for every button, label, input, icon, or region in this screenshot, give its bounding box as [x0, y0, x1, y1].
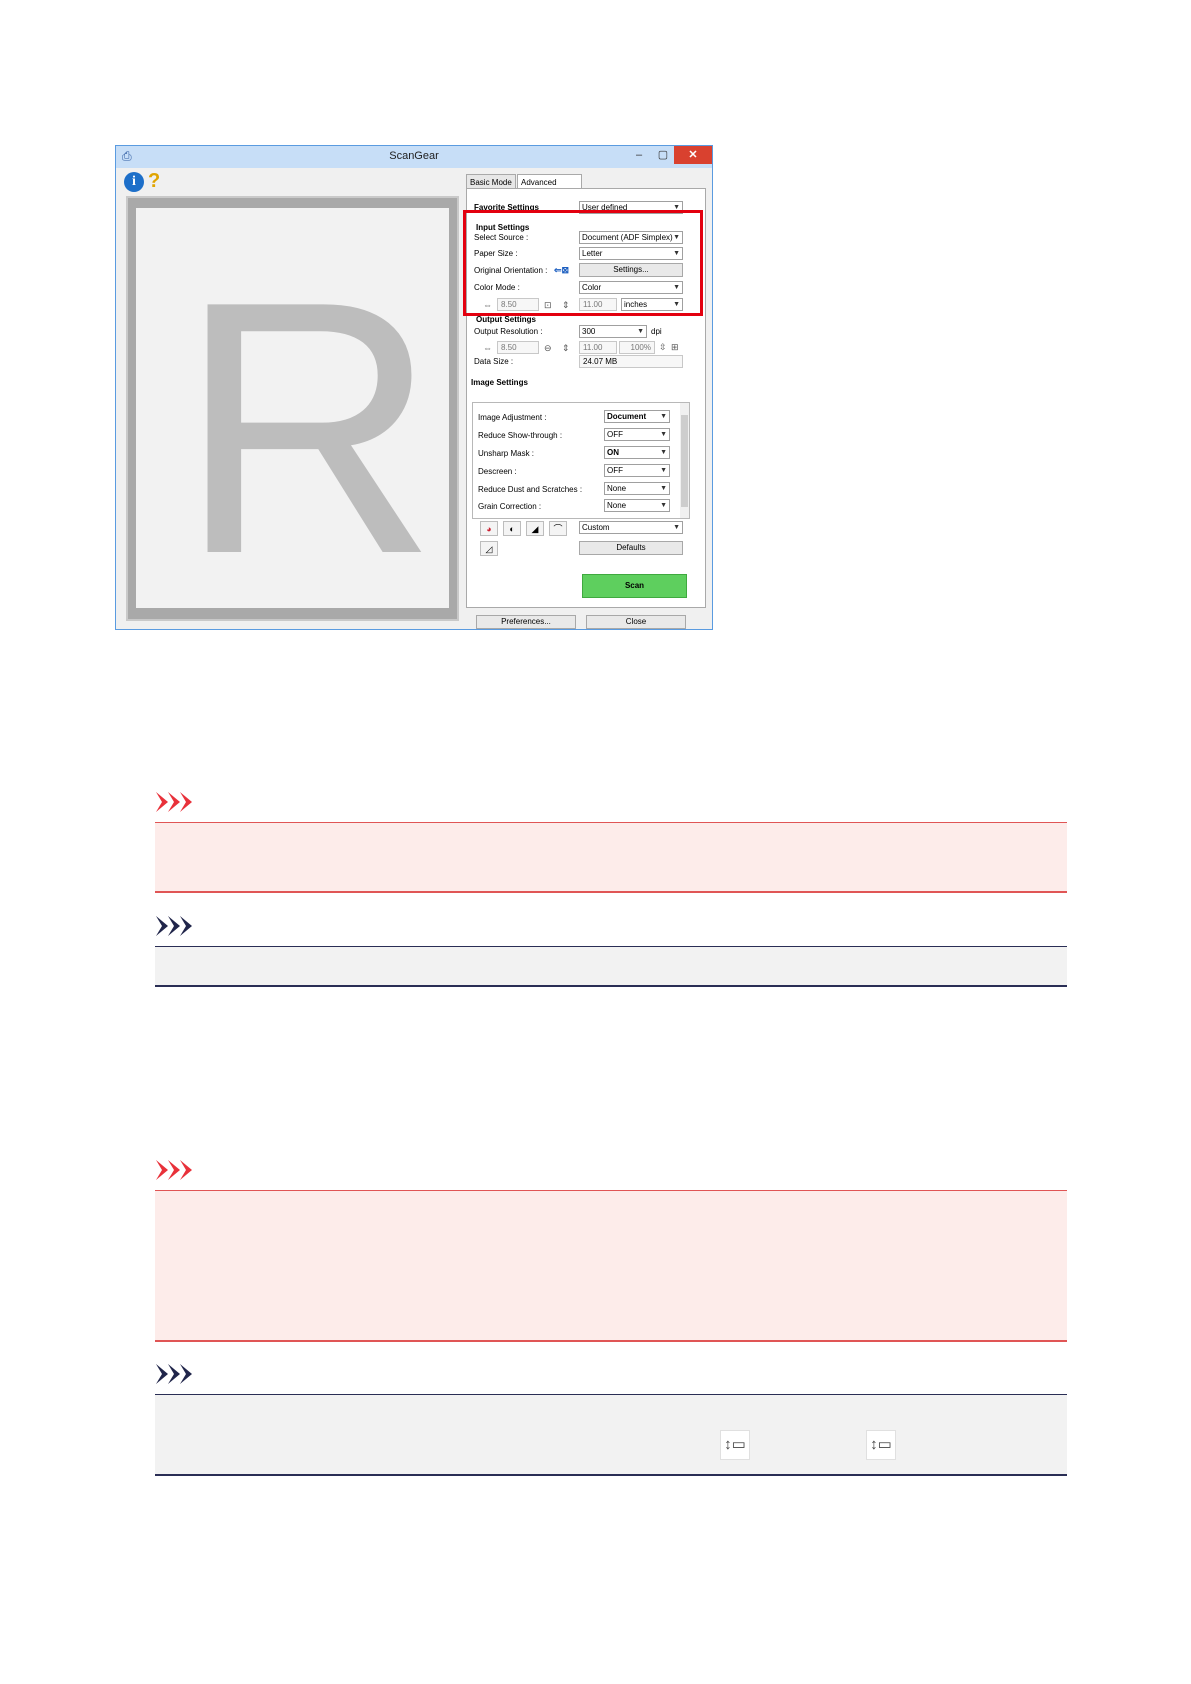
grain-correction-select[interactable]: None ▼	[604, 499, 670, 512]
note-box-1	[155, 946, 1067, 987]
scale-reset-icon[interactable]: ⊞	[671, 342, 679, 352]
important-icon	[156, 792, 206, 812]
tab-basic-mode[interactable]: Basic Mode	[466, 174, 516, 189]
histogram-icon[interactable]: ◢	[526, 521, 544, 536]
scan-button[interactable]: Scan	[582, 574, 687, 598]
enlarge-vertical-icon: ↕▭	[720, 1430, 750, 1460]
chevron-down-icon: ▼	[660, 449, 667, 456]
chevron-down-icon: ▼	[637, 328, 644, 335]
grain-correction-label: Grain Correction :	[478, 502, 542, 511]
reduce-show-through-select[interactable]: OFF ▼	[604, 428, 670, 441]
output-resolution-label: Output Resolution :	[474, 327, 543, 336]
important-box-1	[155, 822, 1067, 893]
tone-preset-value: Custom	[582, 523, 610, 532]
reduce-show-through-value: OFF	[607, 430, 623, 439]
info-icon[interactable]: i	[124, 172, 144, 192]
brightness-contrast-icon[interactable]: ◐	[503, 521, 521, 536]
window-title: ScanGear	[389, 150, 439, 162]
input-settings-highlight	[463, 210, 703, 316]
note-icon	[156, 916, 206, 936]
defaults-button[interactable]: Defaults	[579, 541, 683, 555]
close-button[interactable]: Close	[586, 615, 686, 629]
descreen-label: Descreen :	[478, 467, 517, 476]
image-settings-list: Image Adjustment : Document ▼ Reduce Show…	[472, 402, 690, 519]
data-size-field: 24.07 MB	[579, 355, 683, 368]
reduce-dust-label: Reduce Dust and Scratches :	[478, 485, 583, 494]
saturation-color-balance-icon[interactable]: ◕	[480, 521, 498, 536]
descreen-value: OFF	[607, 466, 623, 475]
unsharp-mask-label: Unsharp Mask :	[478, 449, 535, 458]
threshold-icon[interactable]: ◿	[480, 541, 498, 556]
preferences-button[interactable]: Preferences...	[476, 615, 576, 629]
enlarge-vertical-icon: ↕▭	[866, 1430, 896, 1460]
tab-advanced-mode[interactable]: Advanced Mode	[517, 174, 582, 202]
reduce-dust-select[interactable]: None ▼	[604, 482, 670, 495]
chevron-down-icon: ▼	[660, 413, 667, 420]
image-adjustment-label: Image Adjustment :	[478, 413, 547, 422]
reduce-dust-value: None	[607, 484, 627, 493]
important-box-2	[155, 1190, 1067, 1342]
preview-page: R	[136, 208, 449, 608]
scale-field[interactable]: 100%	[619, 341, 655, 354]
chevron-down-icon: ▼	[660, 485, 667, 492]
output-width-field[interactable]: 8.50	[497, 341, 539, 354]
reduce-show-through-label: Reduce Show-through :	[478, 431, 563, 440]
unsharp-mask-select[interactable]: ON ▼	[604, 446, 670, 459]
preview-image-letter: R	[178, 227, 438, 608]
image-settings-scrollbar[interactable]	[680, 403, 689, 518]
scroll-thumb[interactable]	[681, 415, 688, 507]
descreen-select[interactable]: OFF ▼	[604, 464, 670, 477]
important-icon	[156, 1160, 206, 1180]
link-icon: ⊖	[544, 343, 552, 353]
height-icon: ⇕	[562, 343, 570, 353]
output-resolution-select[interactable]: 300 ▼	[579, 325, 647, 338]
data-size-label: Data Size :	[474, 357, 514, 366]
maximize-button[interactable]: ▢	[650, 146, 676, 164]
chevron-down-icon: ▼	[660, 502, 667, 509]
close-window-button[interactable]: ✕	[674, 146, 712, 164]
grain-correction-value: None	[607, 501, 627, 510]
help-icon[interactable]: ?	[148, 170, 164, 192]
image-settings-heading: Image Settings	[471, 378, 528, 387]
scale-stepper-icon[interactable]: ⇳	[659, 342, 667, 352]
chevron-down-icon: ▼	[673, 524, 680, 531]
tone-curve-icon[interactable]: ⌒	[549, 521, 567, 536]
output-height-field[interactable]: 11.00	[579, 341, 617, 354]
note-icon	[156, 1364, 206, 1384]
output-settings-heading: Output Settings	[476, 315, 536, 324]
note-box-2: ↕▭ ↕▭	[155, 1394, 1067, 1476]
image-adjustment-select[interactable]: Document ▼	[604, 410, 670, 423]
dpi-label: dpi	[651, 327, 662, 336]
chevron-down-icon: ▼	[660, 467, 667, 474]
unsharp-mask-value: ON	[607, 448, 619, 457]
output-resolution-value: 300	[582, 327, 596, 336]
chevron-down-icon: ▼	[660, 431, 667, 438]
preview-area: R	[126, 196, 459, 621]
image-adjustment-value: Document	[607, 412, 647, 421]
minimize-button[interactable]: –	[626, 146, 652, 164]
tone-preset-select[interactable]: Custom ▼	[579, 521, 683, 534]
title-bar: ⎙ ScanGear – ▢ ✕	[116, 146, 712, 168]
width-icon: ⇔	[483, 343, 492, 353]
